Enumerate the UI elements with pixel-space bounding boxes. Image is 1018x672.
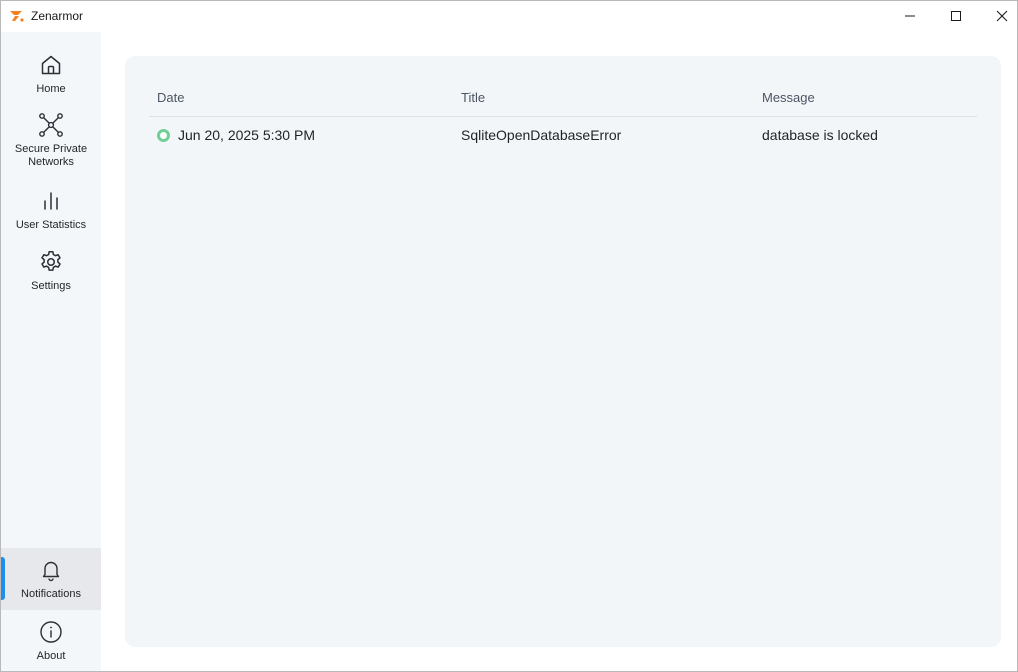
column-header-message[interactable]: Message [762, 90, 815, 105]
sidebar-item-secure-private-networks[interactable]: Secure Private Networks [1, 112, 101, 169]
sidebar-item-label: Secure Private Networks [14, 143, 88, 168]
bell-icon [38, 557, 64, 583]
network-nodes-icon [38, 112, 64, 138]
column-header-date[interactable]: Date [157, 90, 184, 105]
close-icon [996, 10, 1008, 22]
active-indicator [1, 557, 5, 600]
title-bar[interactable]: Zenarmor [1, 1, 1017, 32]
home-icon [38, 52, 64, 78]
sidebar-item-label: Settings [31, 280, 71, 292]
sidebar-item-about[interactable]: About [1, 619, 101, 663]
row-message: database is locked [762, 127, 878, 143]
sidebar-item-label: Notifications [21, 588, 81, 600]
sidebar-item-user-statistics[interactable]: User Statistics [1, 188, 101, 232]
sidebar-item-label: About [36, 650, 66, 662]
column-header-title[interactable]: Title [461, 90, 485, 105]
sidebar-item-label: Home [36, 83, 66, 95]
info-icon [38, 619, 64, 645]
app-window: Zenarmor Home Secure Private Networks Us… [0, 0, 1018, 672]
sidebar-item-settings[interactable]: Settings [1, 249, 101, 293]
status-indicator-icon [157, 129, 170, 142]
maximize-icon [951, 11, 961, 21]
sidebar-item-label: User Statistics [15, 219, 87, 231]
close-button[interactable] [979, 1, 1017, 31]
zenarmor-logo-icon [10, 11, 24, 22]
minimize-button[interactable] [887, 1, 933, 31]
sidebar-item-home[interactable]: Home [1, 52, 101, 96]
table-header: Date Title Message [149, 90, 977, 117]
sidebar: Home Secure Private Networks User Statis… [1, 32, 101, 671]
sidebar-item-notifications[interactable]: Notifications [1, 548, 101, 610]
table-row[interactable]: Jun 20, 2025 5:30 PM SqliteOpenDatabaseE… [149, 117, 977, 153]
window-title: Zenarmor [31, 9, 84, 23]
maximize-button[interactable] [933, 1, 979, 31]
bar-chart-icon [38, 188, 64, 214]
minimize-icon [905, 15, 915, 17]
row-date: Jun 20, 2025 5:30 PM [178, 127, 315, 143]
row-title: SqliteOpenDatabaseError [461, 127, 622, 143]
notifications-panel: Date Title Message Jun 20, 2025 5:30 PM … [125, 56, 1001, 647]
gear-icon [38, 249, 64, 275]
